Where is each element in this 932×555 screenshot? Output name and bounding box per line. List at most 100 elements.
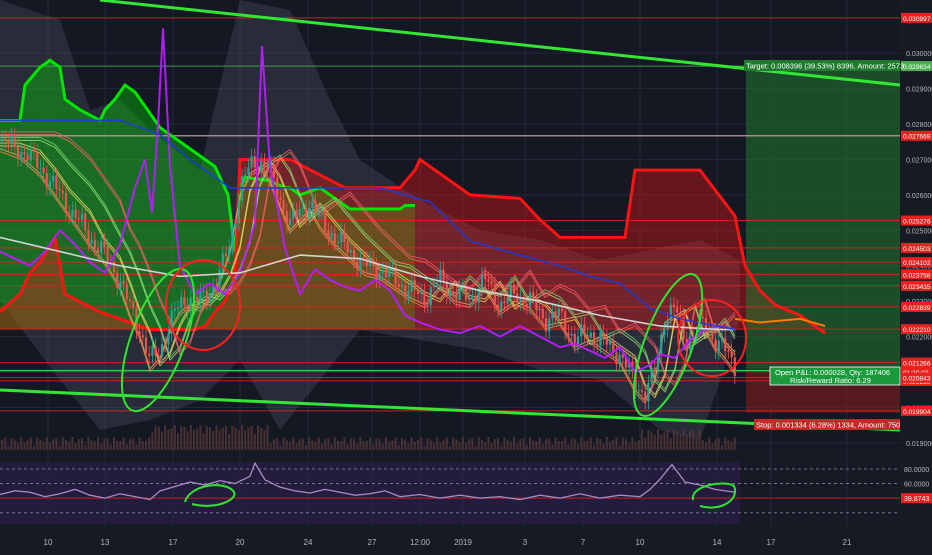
candle-body [132,301,135,309]
volume-bar [119,441,122,450]
price-level-label: 0.021266 [903,361,931,368]
candle-body [608,340,612,345]
volume-bar [141,441,144,450]
volume-bar [538,437,541,450]
volume-bar [532,440,535,450]
candle-body [596,344,599,346]
volume-bar [423,445,426,450]
candle-body [455,294,458,301]
volume-bar [173,425,176,450]
volume-bar [180,426,183,450]
price-level-label: 0.019904 [903,409,931,416]
volume-bar [500,445,503,450]
stop-label: Stop: 0.001334 (6.28%) 1334, Amount: 750 [756,421,900,430]
volume-bar [116,440,119,450]
volume-bar [340,441,343,450]
volume-bar [711,443,714,450]
volume-bar [234,427,237,450]
volume-bar [573,438,576,450]
volume-bar [337,440,339,450]
volume-bar [7,445,10,450]
volume-bar [621,437,624,450]
volume-bar [1,439,3,450]
candle-body [637,390,640,392]
candle-body [720,338,724,341]
candle-body [308,208,311,219]
candle-body [717,340,720,352]
volume-bar [733,437,736,450]
volume-bar [708,437,711,450]
oscillator-band [0,462,740,524]
volume-bar [497,438,499,450]
volume-bar [349,438,352,450]
time-axis-tick-label: 20 [236,538,245,547]
volume-bar [285,440,288,450]
candle-body [548,318,551,332]
volume-bar [429,439,432,450]
candle-body [407,291,410,297]
volume-bar [551,444,554,450]
candle-body [410,280,413,292]
volume-bar [628,443,631,450]
time-axis-tick-label: 10 [44,538,53,547]
candle-body [669,304,672,321]
volume-bar [52,439,55,450]
volume-bar [125,444,128,450]
chart: 0.030000 0.029000 0.028000 0.027000 0.026000… [0,0,932,550]
candle-body [365,258,368,267]
volume-bar [353,438,355,450]
candle-body [592,332,596,345]
position-target-zone [746,69,900,369]
candle-body [727,351,730,353]
candle-body [567,332,570,336]
volume-bar [717,438,720,450]
volume-bar [577,443,579,450]
volume-bar [506,440,509,450]
volume-bar [669,437,672,450]
volume-bar [164,425,167,450]
volume-bar [458,442,461,450]
volume-bar [148,437,151,450]
candle-body [343,231,346,242]
volume-bar [465,442,467,450]
candle-body [487,279,490,282]
price-axis-tick-label: 0.030000 [906,51,932,58]
volume-bar [436,437,439,450]
candle-body [496,304,500,311]
price-level-label: 0.023758 [903,272,931,279]
volume-bar [346,444,349,450]
volume-bar [666,429,669,450]
volume-bar [55,437,58,450]
volume-bar [279,445,282,450]
volume-bar [122,437,125,450]
candle-body [538,308,541,311]
volume-bar [679,434,682,450]
volume-bar [490,443,493,450]
candle-body [730,351,733,358]
volume-bar [682,429,685,450]
candle-body [378,272,381,281]
volume-bar [561,440,563,450]
volume-bar [71,437,74,450]
volume-bar [701,440,704,450]
volume-bar [260,427,263,450]
volume-bar [481,439,483,450]
volume-bar [317,437,320,450]
volume-bar [263,430,266,450]
volume-bar [580,437,583,450]
volume-bar [87,437,90,450]
volume-bar [426,437,429,450]
volume-bar [545,438,547,450]
candle-body [77,218,80,220]
volume-bar [292,437,295,450]
volume-bar [625,439,627,450]
candle-body [512,284,516,294]
volume-bar [593,444,595,450]
volume-bar [513,437,515,450]
volume-bar [308,437,311,450]
volume-bar [327,438,330,450]
candle-body [605,337,608,345]
volume-bar [241,425,243,450]
price-level-label: 0.024102 [903,260,931,267]
candle-body [586,335,589,339]
